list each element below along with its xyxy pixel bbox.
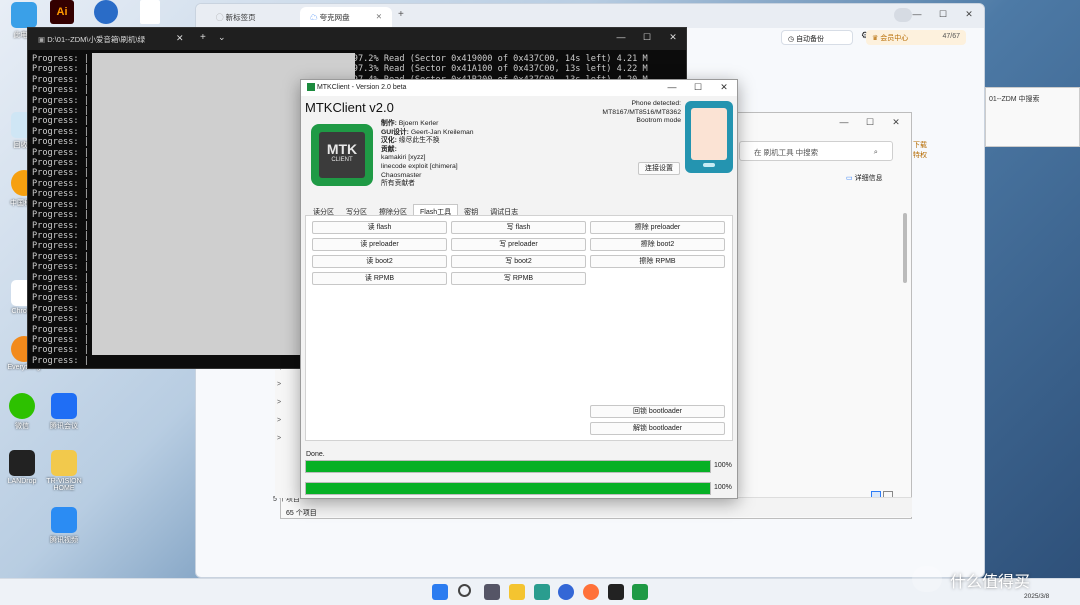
write-boot2-button[interactable]: 写 boot2: [451, 255, 586, 268]
tencent-video-icon: [51, 507, 77, 533]
close-icon[interactable]: ✕: [883, 117, 909, 128]
start-icon[interactable]: [432, 584, 448, 600]
close-icon[interactable]: ✕: [711, 82, 737, 93]
minimize-icon[interactable]: —: [659, 82, 685, 92]
illustrator-icon[interactable]: Ai: [50, 0, 74, 24]
computer-icon: [11, 2, 37, 28]
search-icon[interactable]: [458, 584, 471, 597]
unlock-bootloader-button[interactable]: 解锁 bootloader: [590, 422, 725, 435]
new-tab-button[interactable]: +: [398, 9, 404, 20]
scrollbar[interactable]: [903, 213, 907, 283]
read-rpmb-button[interactable]: 读 RPMB: [312, 272, 447, 285]
landrop-icon: [9, 450, 35, 476]
progress-1-label: 100%: [714, 462, 732, 469]
watermark-logo-icon: [912, 566, 942, 592]
read-preloader-button[interactable]: 读 preloader: [312, 238, 447, 251]
progress-fill-1: [306, 461, 710, 472]
status-text: Done.: [306, 451, 325, 458]
credits: 制作: Bjoern Kerler GUI设计: Geert-Jan Kreil…: [381, 120, 474, 188]
read-flash-button[interactable]: 读 flash: [312, 221, 447, 234]
chevron-down-icon[interactable]: ⌄: [218, 32, 226, 43]
mtk-titlebar: MTKClient - Version 2.0 beta — ☐ ✕: [301, 80, 737, 96]
tree-pane: > > > >: [275, 370, 301, 498]
minimize-icon[interactable]: —: [904, 9, 930, 19]
storage-usage: 47/67: [942, 33, 960, 40]
firefox-icon[interactable]: [583, 584, 599, 600]
quark-icon[interactable]: [558, 584, 574, 600]
progress-bar-1: [305, 460, 711, 473]
write-preloader-button[interactable]: 写 preloader: [451, 238, 586, 251]
desktop-icon-wechat[interactable]: 微信: [0, 393, 44, 431]
close-icon[interactable]: ✕: [176, 33, 184, 44]
tencent-meeting-icon: [51, 393, 77, 419]
write-flash-button[interactable]: 写 flash: [451, 221, 586, 234]
mtkclient-window: MTKClient - Version 2.0 beta — ☐ ✕ MTKClie…: [300, 79, 738, 499]
search-icon: ⌕: [873, 147, 878, 156]
maximize-icon[interactable]: ☐: [930, 9, 956, 20]
crown-icon: ♛: [872, 35, 879, 42]
cloud-icon: ☁: [310, 13, 318, 22]
tr-vision-icon: [51, 450, 77, 476]
vip-center-button[interactable]: ♛ 会员中心 47/67: [866, 30, 966, 45]
close-icon[interactable]: ✕: [660, 32, 686, 43]
connect-settings-button[interactable]: 连接设置: [638, 162, 680, 175]
new-tab-icon[interactable]: +: [200, 32, 206, 43]
tab-quark-drive[interactable]: ☁ 夸克网盘 ✕: [300, 7, 392, 27]
progress-fill-2: [306, 483, 710, 494]
download-privilege[interactable]: 下载特权: [913, 140, 929, 170]
app-shortcut-icon[interactable]: [94, 0, 118, 24]
details-button[interactable]: ▭ 详细信息: [846, 173, 883, 183]
lock-bootloader-button[interactable]: 回锁 bootloader: [590, 405, 725, 418]
phone-icon: [685, 101, 733, 173]
file-explorer-icon[interactable]: [509, 584, 525, 600]
tab-new-tab[interactable]: ◯ 新标签页: [206, 7, 298, 27]
background-explorer-window: 01--ZDM 中搜索: [985, 87, 1080, 147]
desktop-icon-landrop[interactable]: LANDrop: [0, 450, 44, 485]
explorer-status-bar: 65 个项目: [286, 497, 912, 517]
watermark-text: 什么值得买: [950, 574, 1031, 591]
mtkclient-taskbar-icon[interactable]: [632, 584, 648, 600]
search-input[interactable]: 01--ZDM 中搜索: [989, 94, 1040, 104]
mtk-app-icon: [307, 83, 315, 91]
tab-favicon-icon: ◯: [216, 13, 224, 22]
taskbar-date: 2025/3/8: [1024, 593, 1050, 600]
mtk-logo-icon: MTK CLIENT: [311, 124, 373, 186]
auto-backup-button[interactable]: ◷ 自动备份: [781, 30, 853, 45]
backup-icon: ◷: [788, 36, 795, 43]
desktop-icon-tencent-video[interactable]: 腾讯视频: [42, 507, 86, 545]
erase-boot2-button[interactable]: 擦除 boot2: [590, 238, 725, 251]
desktop-icon-tr-vision[interactable]: TR-VISION HOME: [42, 450, 86, 492]
maximize-icon[interactable]: ☐: [857, 117, 883, 128]
erase-preloader-button[interactable]: 擦除 preloader: [590, 221, 725, 234]
terminal-titlebar: ▣ D:\01--ZDM\小爱音箱\刷机\绿 ✕ + ⌄ — ☐ ✕: [28, 28, 686, 50]
close-icon[interactable]: ✕: [956, 9, 982, 20]
terminal-icon[interactable]: [608, 584, 624, 600]
maximize-icon[interactable]: ☐: [634, 32, 660, 43]
desktop-icon-tencent-meeting[interactable]: 腾讯会议: [42, 393, 86, 431]
item-count-back: 65 个项目: [286, 510, 317, 517]
app-title: MTKClient v2.0: [305, 100, 394, 115]
close-icon[interactable]: ✕: [376, 12, 382, 21]
details-icon: ▭: [846, 175, 853, 182]
progress-2-label: 100%: [714, 484, 732, 491]
progress-bar-2: [305, 482, 711, 495]
phone-status: Phone detected: MT8167/MT8516/MT8362 Boo…: [602, 100, 681, 125]
file-icon[interactable]: [140, 0, 160, 24]
wechat-icon: [9, 393, 35, 419]
terminal-icon: ▣: [38, 35, 46, 44]
notepad-icon[interactable]: [534, 584, 550, 600]
write-rpmb-button[interactable]: 写 RPMB: [451, 272, 586, 285]
read-boot2-button[interactable]: 读 boot2: [312, 255, 447, 268]
erase-rpmb-button[interactable]: 擦除 RPMB: [590, 255, 725, 268]
minimize-icon[interactable]: —: [608, 32, 634, 42]
maximize-icon[interactable]: ☐: [685, 82, 711, 93]
explorer-search-input[interactable]: 在 刷机工具 中搜索 ⌕: [739, 141, 893, 161]
task-view-icon[interactable]: [484, 584, 500, 600]
minimize-icon[interactable]: —: [831, 117, 857, 127]
